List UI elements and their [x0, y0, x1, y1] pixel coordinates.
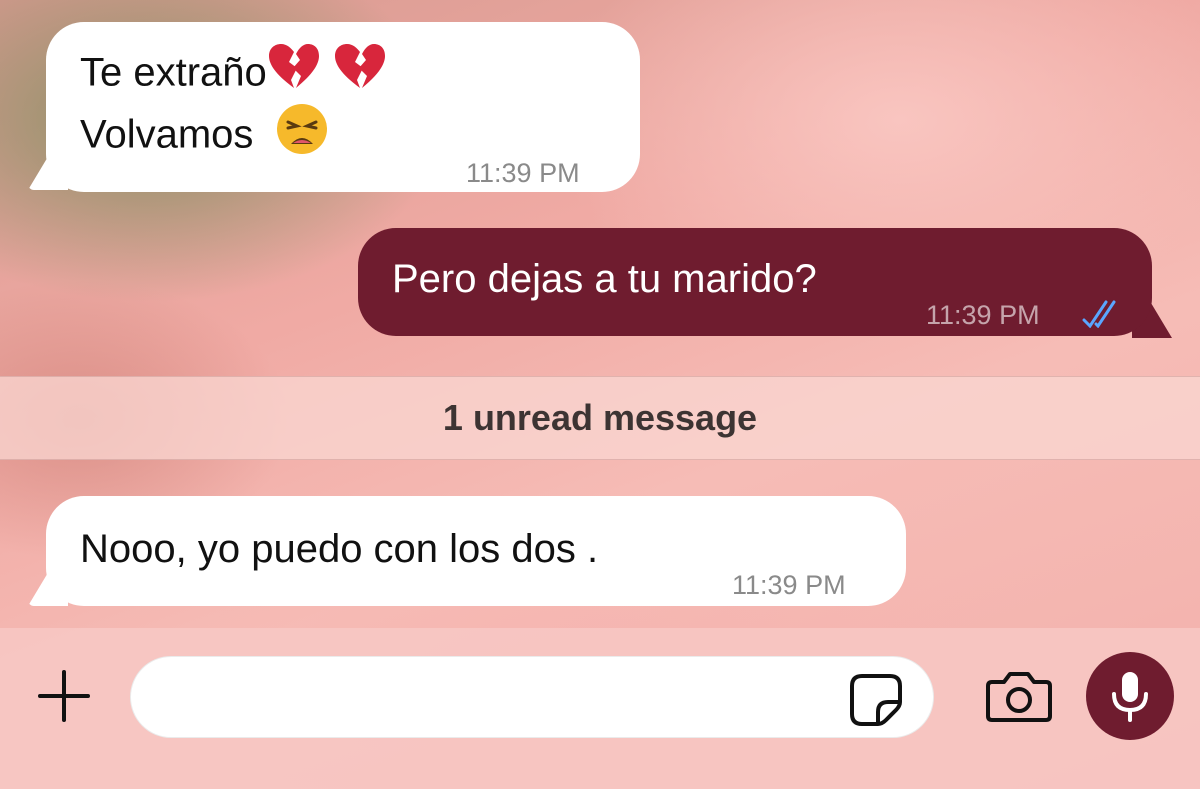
camera-button[interactable]: [984, 670, 1054, 724]
camera-icon: [986, 672, 1052, 722]
double-check-read-icon: [1080, 286, 1122, 344]
message-text: Volvamos: [80, 112, 254, 157]
unread-divider-label: 1 unread message: [442, 397, 758, 438]
message-bubble-incoming[interactable]: Te extraño Volvamos 11:39 PM: [46, 22, 640, 192]
sticker-button[interactable]: [848, 672, 904, 728]
weary-face-emoji: [275, 102, 329, 172]
attach-plus-button[interactable]: [34, 666, 94, 726]
message-bubble-outgoing[interactable]: Pero dejas a tu marido? 11:39 PM: [358, 228, 1152, 336]
unread-divider: 1 unread message: [0, 376, 1200, 460]
message-timestamp: 11:39 PM: [732, 570, 846, 600]
microphone-button[interactable]: [1086, 652, 1174, 740]
message-text: Nooo, yo puedo con los dos .: [80, 527, 599, 571]
message-bubble-incoming[interactable]: Nooo, yo puedo con los dos . 11:39 PM: [46, 496, 906, 606]
message-timestamp: 11:39 PM: [926, 300, 1040, 330]
message-text: Pero dejas a tu marido?: [392, 257, 817, 301]
sticker-icon: [850, 674, 902, 726]
microphone-icon: [1112, 672, 1148, 722]
message-input[interactable]: [130, 656, 934, 738]
broken-heart-emoji: [267, 42, 321, 108]
broken-heart-emoji: [333, 42, 387, 108]
message-text: Te extraño: [80, 50, 267, 95]
plus-icon: [38, 670, 90, 722]
message-timestamp: 11:39 PM: [466, 158, 580, 188]
